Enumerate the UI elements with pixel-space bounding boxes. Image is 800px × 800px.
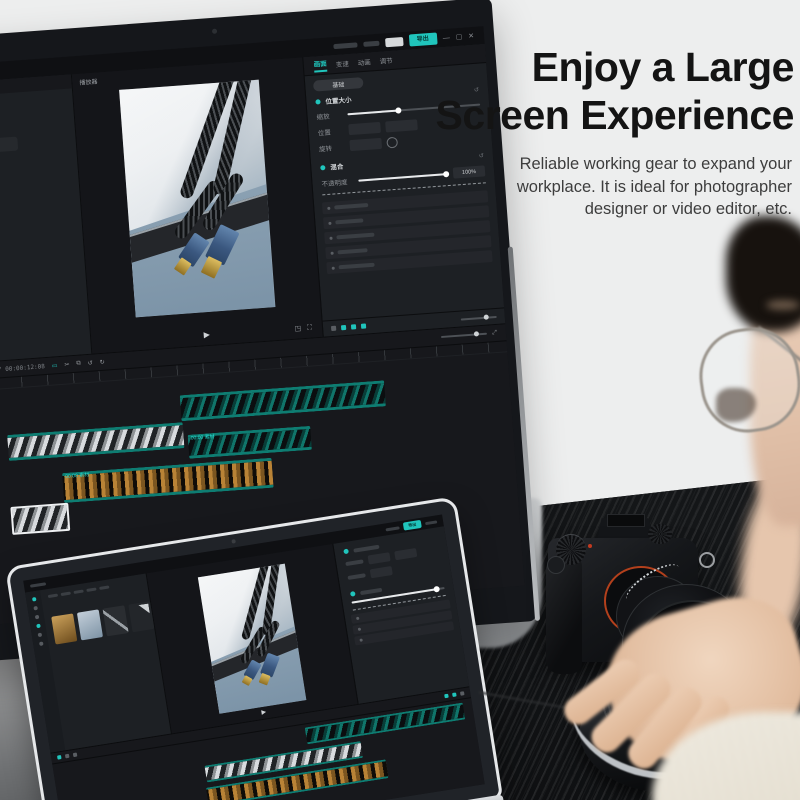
webcam-dot-icon bbox=[212, 29, 217, 34]
mask-icon[interactable] bbox=[351, 324, 356, 329]
video-clip[interactable] bbox=[7, 422, 184, 461]
camera-small-dial bbox=[547, 556, 565, 574]
person-eyebrow bbox=[766, 300, 800, 310]
player-corner-icons[interactable]: ◳ ⛶ bbox=[294, 323, 314, 333]
status-placeholder bbox=[333, 42, 357, 49]
media-thumbnail[interactable] bbox=[128, 601, 154, 632]
sidebar-dot-icon[interactable] bbox=[36, 624, 41, 629]
redo-icon[interactable]: ↻ bbox=[99, 358, 105, 365]
undo-icon[interactable]: ↺ bbox=[87, 359, 93, 366]
timeline-zoom-slider[interactable] bbox=[441, 333, 487, 338]
person-hair bbox=[726, 216, 800, 332]
position-x-field[interactable] bbox=[348, 122, 381, 135]
copy-tool-icon[interactable]: ⧉ bbox=[76, 360, 81, 367]
clip-name-label: 00:00 素材 bbox=[65, 473, 89, 480]
marketing-scene: 导出 — ▢ ✕ 媒体 +导入 bbox=[0, 0, 800, 800]
laptop-media-toolbar bbox=[48, 585, 110, 598]
rotate-knob[interactable] bbox=[386, 137, 398, 149]
video-clip[interactable] bbox=[180, 380, 386, 421]
tab-animation[interactable]: 动画 bbox=[357, 56, 371, 67]
keyframe-icon[interactable] bbox=[341, 325, 346, 330]
clip-name-label: 00:00 素材 bbox=[191, 435, 215, 442]
sidebar-dot-icon[interactable] bbox=[34, 615, 39, 620]
selected-clip[interactable] bbox=[10, 503, 70, 535]
laptop-player-panel: ▶ bbox=[147, 544, 359, 734]
window-controls[interactable]: — ▢ ✕ bbox=[443, 32, 477, 42]
library-button[interactable] bbox=[0, 137, 18, 153]
camera-mode-dial bbox=[648, 524, 672, 544]
camera-strap-ring bbox=[699, 552, 715, 568]
headline: Enjoy a LargeScreen Experience bbox=[410, 44, 794, 139]
camera-red-dot bbox=[588, 544, 592, 548]
laptop-webcam-icon bbox=[231, 539, 236, 544]
tab-adjust[interactable]: 调节 bbox=[379, 55, 393, 66]
crop-icon[interactable] bbox=[361, 323, 366, 328]
media-thumbnail[interactable] bbox=[103, 605, 129, 636]
toggle-dot-icon[interactable] bbox=[320, 165, 325, 170]
split-tool-icon[interactable]: ✂ bbox=[64, 361, 70, 368]
timecode-total: / 00:00:12:08 bbox=[0, 363, 45, 373]
media-thumbnail[interactable] bbox=[51, 613, 77, 644]
grid-icon[interactable] bbox=[331, 326, 336, 331]
footer-slider[interactable] bbox=[461, 315, 497, 320]
media-tabs: 媒体 bbox=[0, 74, 72, 99]
laptop-screen: 导出 bbox=[23, 514, 484, 800]
expand-icon[interactable]: ⤢ bbox=[492, 329, 497, 336]
resolution-button[interactable] bbox=[385, 37, 404, 47]
sidebar-dot-icon[interactable] bbox=[33, 606, 38, 611]
video-clip[interactable]: 00:00 素材 bbox=[188, 426, 312, 459]
toggle-dot-icon[interactable] bbox=[315, 99, 320, 104]
subtitle: Reliable working gear to expand yourwork… bbox=[410, 153, 792, 220]
camera-hot-shoe bbox=[607, 514, 645, 527]
tab-picture[interactable]: 画面 bbox=[313, 58, 327, 73]
laptop-export-button[interactable]: 导出 bbox=[403, 520, 422, 531]
camera-grip bbox=[546, 556, 582, 674]
media-thumbnail[interactable] bbox=[77, 609, 103, 640]
play-button[interactable]: ▶ bbox=[203, 331, 210, 339]
sidebar-dot-icon[interactable] bbox=[39, 642, 44, 647]
player-panel: 播放器 ▶ ◳ ⛶ bbox=[72, 57, 324, 353]
status-placeholder bbox=[363, 40, 379, 46]
import-row: +导入 bbox=[0, 137, 18, 157]
subtab-basic[interactable]: 基础 bbox=[313, 77, 364, 92]
select-tool-icon[interactable]: ▭ bbox=[52, 362, 58, 369]
filmstrip-clip[interactable]: 00:00 素材 bbox=[62, 458, 274, 503]
laptop-preview-image bbox=[198, 564, 307, 714]
hero-text-block: Enjoy a LargeScreen Experience Reliable … bbox=[410, 44, 794, 220]
preview-cable-image bbox=[119, 80, 275, 318]
rotate-field[interactable] bbox=[349, 138, 382, 151]
player-label: 播放器 bbox=[72, 73, 98, 88]
sidebar-dot-icon[interactable] bbox=[37, 633, 42, 638]
tab-speed[interactable]: 变速 bbox=[335, 58, 349, 69]
laptop-play-button[interactable]: ▶ bbox=[261, 708, 267, 716]
laptop-media-thumbnails bbox=[51, 601, 154, 644]
sidebar-dot-icon[interactable] bbox=[31, 597, 36, 602]
